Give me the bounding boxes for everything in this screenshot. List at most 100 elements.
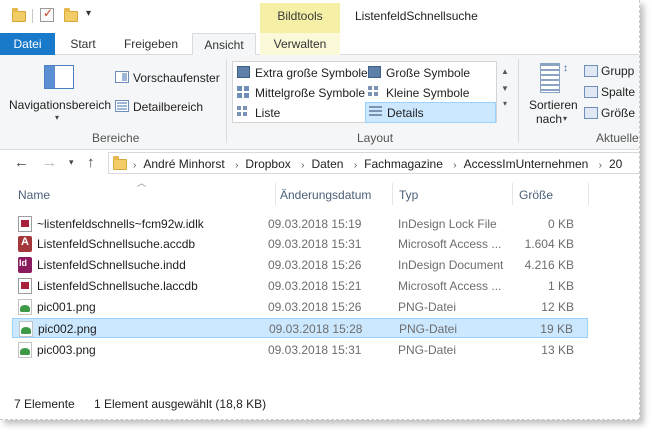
navigation-pane-icon[interactable] <box>44 65 74 89</box>
address-bar[interactable]: › André Minhorst › Dropbox › Daten › Fachmag… <box>108 152 639 174</box>
folder-icon[interactable] <box>12 8 28 24</box>
column-divider[interactable] <box>512 183 513 205</box>
up-arrow-icon[interactable]: ↑ <box>87 154 95 171</box>
access-icon <box>18 236 32 252</box>
breadcrumb-item[interactable]: Daten <box>311 157 343 171</box>
file-size: 19 KB <box>540 322 573 336</box>
chevron-right-icon: › <box>133 160 137 171</box>
gruppieren-button[interactable]: Grupp <box>601 64 634 78</box>
layout-item-label: Kleine Symbole <box>386 86 470 100</box>
quick-access-dropdown-icon[interactable]: ▾ <box>86 8 91 19</box>
chevron-down-icon[interactable]: ▼ <box>498 84 512 93</box>
file-row[interactable]: pic003.png 09.03.2018 15:31 PNG-Datei 13… <box>12 340 588 360</box>
tab-ansicht[interactable]: Ansicht <box>192 33 256 56</box>
access-lock-icon <box>18 278 32 294</box>
chevron-down-icon[interactable]: ▾ <box>55 113 59 122</box>
layout-medium-icons[interactable]: Mittelgroße Symbole <box>234 83 366 102</box>
file-date: 09.03.2018 15:21 <box>268 279 362 293</box>
column-header-size[interactable]: Größe <box>519 188 553 202</box>
column-header-date[interactable]: Änderungsdatum <box>280 188 371 202</box>
column-header-row: Name Änderungsdatum Typ Größe <box>0 183 639 207</box>
file-name: pic002.png <box>38 322 97 336</box>
file-row[interactable]: ListenfeldSchnellsuche.indd 09.03.2018 1… <box>12 255 588 275</box>
breadcrumb-item[interactable]: Dropbox <box>245 157 290 171</box>
file-date: 09.03.2018 15:19 <box>268 217 362 231</box>
item-count: 7 Elemente <box>14 397 75 411</box>
forward-arrow-icon[interactable]: → <box>42 154 57 171</box>
file-type: InDesign Lock File <box>398 217 497 231</box>
navigation-bar: ← → ▾ ↑ › André Minhorst › Dropbox › Daten … <box>0 150 639 176</box>
file-row[interactable]: pic001.png 09.03.2018 15:26 PNG-Datei 12… <box>12 297 588 317</box>
file-name: ListenfeldSchnellsuche.accdb <box>37 237 196 251</box>
chevron-right-icon: › <box>235 160 239 171</box>
layout-gallery-scroll[interactable]: ▲ ▼ ▾ <box>498 61 512 123</box>
file-type: PNG-Datei <box>398 343 457 357</box>
layout-small-icons[interactable]: Kleine Symbole <box>365 83 495 102</box>
chevron-up-icon[interactable]: ▲ <box>498 67 512 76</box>
tab-freigeben[interactable]: Freigeben <box>112 33 190 55</box>
breadcrumb-item[interactable]: AccessImUnternehmen <box>464 157 589 171</box>
new-folder-icon[interactable] <box>64 8 80 24</box>
layout-details[interactable]: Details <box>365 102 496 123</box>
file-row-selected[interactable]: pic002.png 09.03.2018 15:28 PNG-Datei 19… <box>12 318 588 338</box>
divider <box>226 59 227 143</box>
column-divider[interactable] <box>392 183 393 205</box>
file-size: 13 KB <box>541 343 574 357</box>
png-icon <box>18 342 32 358</box>
indesign-icon <box>18 257 32 273</box>
size-columns-icon <box>584 107 598 119</box>
breadcrumb: › André Minhorst › Dropbox › Daten › Fachmag… <box>133 157 622 171</box>
vorschaufenster-button[interactable]: Vorschaufenster <box>133 71 220 85</box>
sortieren-nach-label[interactable]: nach <box>536 112 562 126</box>
more-icon[interactable]: ▾ <box>498 99 512 108</box>
layout-item-label: Mittelgroße Symbole <box>255 86 366 100</box>
file-date: 09.03.2018 15:26 <box>268 258 362 272</box>
file-row[interactable]: ~listenfeldschnells~fcm92w.idlk 09.03.20… <box>12 214 588 234</box>
breadcrumb-item[interactable]: André Minhorst <box>143 157 224 171</box>
groesse-button[interactable]: Größe <box>601 106 635 120</box>
file-name: ~listenfeldschnells~fcm92w.idlk <box>37 217 204 231</box>
extra-large-icons-icon <box>237 66 250 78</box>
file-type: PNG-Datei <box>399 322 458 336</box>
navigationsbereich-button[interactable]: Navigationsbereich <box>9 98 111 112</box>
back-arrow-icon[interactable]: ← <box>14 154 29 171</box>
breadcrumb-item[interactable]: Fachmagazine <box>364 157 443 171</box>
layout-list[interactable]: Liste <box>234 103 364 122</box>
spalten-button[interactable]: Spalte <box>601 85 635 99</box>
column-divider[interactable] <box>588 183 589 205</box>
sortieren-button[interactable]: Sortieren <box>529 98 578 112</box>
tab-datei[interactable]: Datei <box>0 33 55 55</box>
file-size: 4.216 KB <box>524 258 574 272</box>
file-date: 09.03.2018 15:26 <box>268 300 362 314</box>
recent-locations-icon[interactable]: ▾ <box>69 157 74 168</box>
file-row[interactable]: ListenfeldSchnellsuche.accdb 09.03.2018 … <box>12 234 588 254</box>
divider <box>32 9 33 23</box>
group-by-icon <box>584 65 598 77</box>
title-bar: ▾ Bildtools ListenfeldSchnellsuche <box>0 0 639 33</box>
png-icon <box>19 321 33 337</box>
png-icon <box>18 299 32 315</box>
file-date: 09.03.2018 15:31 <box>268 343 362 357</box>
tab-start[interactable]: Start <box>57 33 109 55</box>
column-header-type[interactable]: Typ <box>399 188 418 202</box>
detailbereich-button[interactable]: Detailbereich <box>133 100 203 114</box>
medium-icons-icon <box>237 86 250 98</box>
chevron-down-icon[interactable]: ▾ <box>563 114 567 123</box>
group-label-aktuelle-ansicht: Aktuelle <box>596 131 639 145</box>
layout-large-icons[interactable]: Große Symbole <box>365 63 495 82</box>
breadcrumb-item[interactable]: 20 <box>609 157 622 171</box>
layout-gallery: Extra große Symbole Große Symbole Mittel… <box>232 61 497 123</box>
file-name: ListenfeldSchnellsuche.laccdb <box>37 279 198 293</box>
file-type: PNG-Datei <box>398 300 457 314</box>
column-header-name[interactable]: Name <box>18 188 50 202</box>
file-row[interactable]: ListenfeldSchnellsuche.laccdb 09.03.2018… <box>12 276 588 296</box>
file-date: 09.03.2018 15:31 <box>268 237 362 251</box>
file-size: 0 KB <box>547 217 574 231</box>
tab-verwalten[interactable]: Verwalten <box>260 33 340 55</box>
sort-icon[interactable] <box>540 63 560 93</box>
chevron-right-icon: › <box>453 160 457 171</box>
layout-extra-large-icons[interactable]: Extra große Symbole <box>234 63 368 82</box>
column-divider[interactable] <box>275 183 276 205</box>
file-size: 12 KB <box>541 300 574 314</box>
properties-icon[interactable] <box>40 6 56 24</box>
